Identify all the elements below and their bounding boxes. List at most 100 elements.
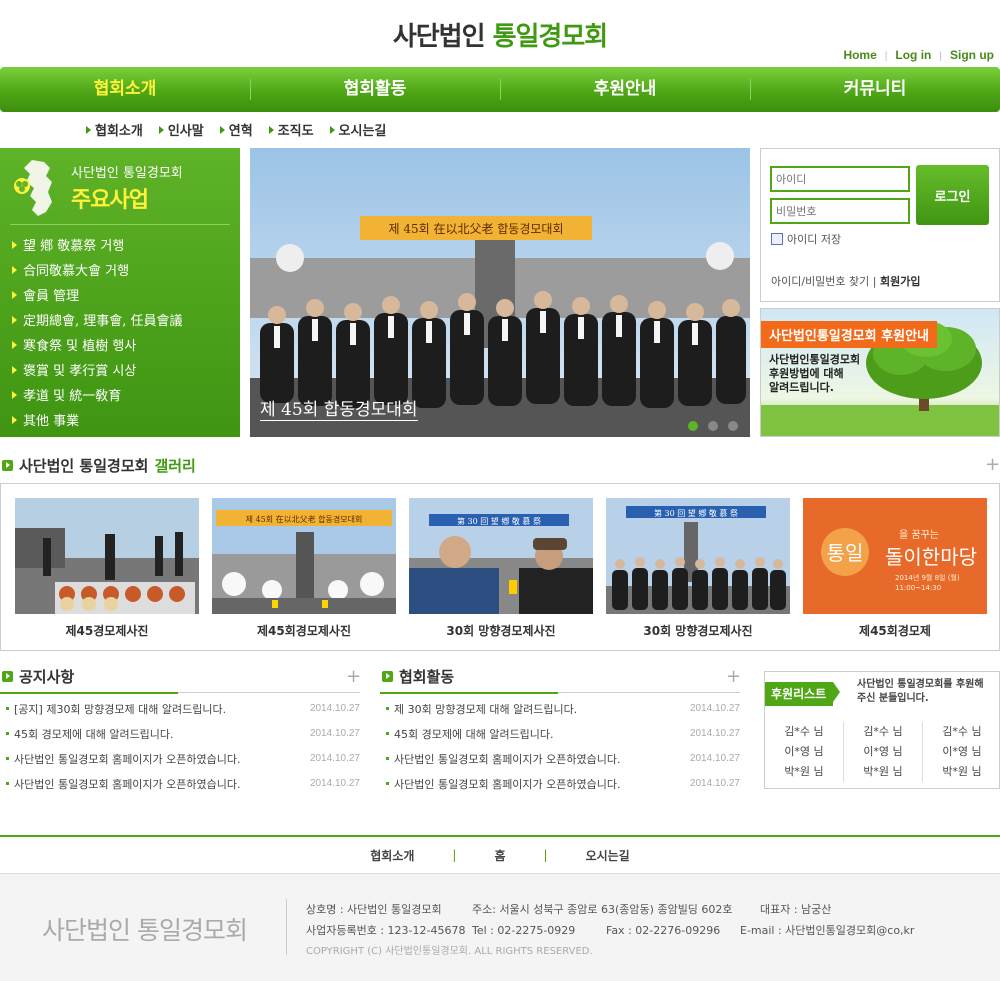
gallery-thumb: 第 30 回 望 鄕 敬 慕 祭 (606, 498, 790, 614)
hero-banner-text: 제 45회 在以北父老 합동경모대회 (388, 222, 563, 236)
divider (10, 224, 230, 225)
subnav-item-greeting[interactable]: 인사말 (158, 120, 204, 139)
poster-script-text: 돌이한마당 (885, 545, 977, 569)
notice-title: 공지사항 (2, 666, 74, 687)
gallery-caption: 제45경모제사진 (65, 624, 149, 638)
notice-list: [공지] 제30회 망향경모제 대해 알려드립니다. 2014.10.27 45회… (0, 696, 360, 796)
gnb-item-activity[interactable]: 협회활동 (250, 67, 500, 112)
sponsor-banner[interactable]: 사단법인통일경모회 후원안내 사단법인통일경모회 후원방법에 대해 알려드립니다… (760, 308, 1000, 437)
find-account-link[interactable]: 아이디/비밀번호 찾기 (771, 275, 869, 288)
slide-dot[interactable] (688, 421, 698, 431)
subnav-item-about[interactable]: 협회소개 (86, 120, 143, 139)
login-button[interactable]: 로그인 (916, 165, 989, 225)
business-item[interactable]: 會員 管理 (12, 282, 183, 307)
footer-link-directions[interactable]: 오시는길 (586, 847, 630, 864)
company-ceo: 대표자 : 남궁산 (760, 903, 832, 916)
section-bullet-icon (2, 460, 13, 471)
business-item[interactable]: 褒賞 및 孝行賞 시상 (12, 357, 183, 382)
hero-caption[interactable]: 제 45회 합동경모대회 (260, 395, 418, 421)
gallery-caption: 30회 망향경모제사진 (643, 624, 753, 638)
arrow-icon (329, 125, 335, 134)
business-item[interactable]: 定期總會, 理事會, 任員會議 (12, 307, 183, 332)
slide-dot[interactable] (708, 421, 718, 431)
list-item[interactable]: 45회 경모제에 대해 알려드립니다. 2014.10.27 (0, 721, 360, 746)
list-item[interactable]: 사단법인 통일경모회 홈페이지가 오픈하였습니다. 2014.10.27 (380, 771, 740, 796)
login-link[interactable]: Log in (895, 48, 931, 62)
home-link[interactable]: Home (843, 48, 876, 62)
donor-column: 김*수 님 이*영 님 박*원 님 (922, 722, 1000, 782)
business-item[interactable]: 寒食祭 및 植樹 행사 (12, 332, 183, 357)
notice-more-icon[interactable]: + (346, 666, 361, 687)
business-item[interactable]: 其他 事業 (12, 407, 183, 432)
id-input[interactable] (770, 166, 910, 192)
footer-link-about[interactable]: 협회소개 (370, 847, 414, 864)
thumb-banner-text: 제 45회 在以北父老 합동경모대회 (246, 514, 363, 524)
arrow-icon (12, 315, 17, 324)
business-item[interactable]: 孝道 및 統一敎育 (12, 382, 183, 407)
arrow-icon (268, 125, 274, 134)
business-item[interactable]: 望 鄕 敬慕祭 거행 (12, 232, 183, 257)
donor-list: 후원리스트 사단법인 통일경모회를 후원해 주신 분들입니다. 김*수 님 이*영… (764, 671, 1000, 789)
arrow-icon (158, 125, 164, 134)
gallery-item[interactable]: 第 30 回 望 鄕 敬 慕 祭 30회 망향경모제사진 (606, 498, 790, 639)
footer: 협회소개 | 홈 | 오시는길 사단법인 통일경모회 상호명 : 사단법인 통일… (0, 835, 1000, 981)
main-nav: 협회소개 협회활동 후원안내 커뮤니티 (0, 67, 1000, 112)
copyright: COPYRIGHT (C) 사단법인통일경모회. ALL RIGHTS RESE… (306, 946, 593, 957)
list-item[interactable]: 사단법인 통일경모회 홈페이지가 오픈하였습니다. 2014.10.27 (380, 746, 740, 771)
section-bullet-icon (2, 671, 13, 682)
list-item[interactable]: 제 30회 망향경모제 대해 알려드립니다. 2014.10.27 (380, 696, 740, 721)
donor-grid: 김*수 님 이*영 님 박*원 님 김*수 님 이*영 님 박*원 님 김*수 님 이*영… (765, 722, 1000, 782)
slide-dot[interactable] (728, 421, 738, 431)
gallery-item[interactable]: 제 45회 在以北父老 합동경모대회 제45회경모제사진 (212, 498, 396, 639)
divider (380, 692, 740, 694)
gallery-item[interactable]: 통일 을 꿈꾸는 돌이한마당 2014년 9월 8일 (월) 11:00~14:… (803, 498, 987, 639)
section-bullet-icon (382, 671, 393, 682)
business-panel: 사단법인 통일경모회 주요사업 望 鄕 敬慕祭 거행 合同敬慕大會 거행 會員 … (0, 148, 240, 437)
subnav-item-organization[interactable]: 조직도 (268, 120, 314, 139)
activity-more-icon[interactable]: + (726, 666, 741, 687)
arrow-icon (12, 365, 17, 374)
subnav-item-history[interactable]: 연혁 (219, 120, 253, 139)
poster-time-text: 11:00~14:30 (895, 584, 941, 592)
password-input[interactable] (770, 198, 910, 224)
arrow-icon (12, 265, 17, 274)
list-item[interactable]: 45회 경모제에 대해 알려드립니다. 2014.10.27 (380, 721, 740, 746)
top-links: Home | Log in | Sign up (843, 48, 994, 62)
save-id-checkbox[interactable] (771, 233, 783, 245)
gallery-thumb: 통일 을 꿈꾸는 돌이한마당 2014년 9월 8일 (월) 11:00~14:… (803, 498, 987, 614)
gnb-item-community[interactable]: 커뮤니티 (750, 67, 1000, 112)
arrow-icon (12, 240, 17, 249)
business-item[interactable]: 合同敬慕大會 거행 (12, 257, 183, 282)
korea-map-icon (14, 160, 52, 216)
donor-column: 김*수 님 이*영 님 박*원 님 (843, 722, 922, 782)
gnb-item-about[interactable]: 협회소개 (0, 67, 250, 112)
signup-link[interactable]: Sign up (950, 48, 994, 62)
hero-slideshow[interactable]: 제 45회 在以北父老 합동경모대회 제 45회 합동경모대회 (250, 148, 750, 437)
logo-text-dark: 사단법인 (392, 22, 486, 52)
footer-link-home[interactable]: 홈 (494, 847, 505, 864)
list-item[interactable]: 사단법인 통일경모회 홈페이지가 오픈하였습니다. 2014.10.27 (0, 771, 360, 796)
save-id-option[interactable]: 아이디 저장 (771, 231, 841, 247)
thumb-banner-text: 第 30 回 望 鄕 敬 慕 祭 (457, 516, 541, 526)
subnav-item-directions[interactable]: 오시는길 (329, 120, 386, 139)
business-number: 사업자등록번호 : 123-12-45678 (306, 924, 466, 937)
divider (286, 899, 287, 955)
activity-title: 협회활동 (382, 666, 454, 687)
list-item[interactable]: 사단법인 통일경모회 홈페이지가 오픈하였습니다. 2014.10.27 (0, 746, 360, 771)
poster-date-text: 2014년 9월 8일 (월) (895, 573, 960, 582)
gallery-item[interactable]: 第 30 回 望 鄕 敬 慕 祭 30회 망향경모제사진 (409, 498, 593, 639)
gallery-more-icon[interactable]: + (985, 454, 1000, 475)
company-fax: Fax : 02-2276-09296 (606, 924, 721, 937)
join-link[interactable]: 회원가입 (880, 275, 920, 288)
gnb-item-support[interactable]: 후원안내 (500, 67, 750, 112)
arrow-icon (12, 415, 17, 424)
slide-indicators (688, 421, 738, 431)
poster-sub-text: 을 꿈꾸는 (899, 529, 939, 541)
list-item[interactable]: [공지] 제30회 망향경모제 대해 알려드립니다. 2014.10.27 (0, 696, 360, 721)
gallery-caption: 30회 망향경모제사진 (446, 624, 556, 638)
gallery: 제45경모제사진 제 45회 在以北父老 합동경모대회 제45회경모제사진 第 … (0, 483, 1000, 651)
footer-nav: 협회소개 | 홈 | 오시는길 (0, 837, 1000, 874)
arrow-icon (12, 290, 17, 299)
gallery-caption: 제45회경모제 (859, 624, 931, 638)
gallery-item[interactable]: 제45경모제사진 (15, 498, 199, 639)
